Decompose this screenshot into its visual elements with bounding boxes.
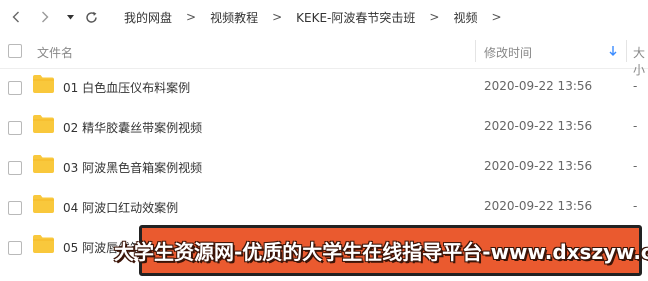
- chevron-left-icon[interactable]: [9, 7, 23, 27]
- row-checkbox[interactable]: [8, 201, 22, 215]
- chevron-right-icon[interactable]: [38, 7, 52, 27]
- breadcrumb-item-videos[interactable]: 视频: [451, 9, 479, 26]
- breadcrumb-separator: >: [272, 10, 283, 24]
- toolbar: 我的网盘 > 视频教程 > KEKE-阿波春节突击班 > 视频 >: [0, 0, 648, 34]
- folder-icon: [33, 235, 54, 253]
- watermark-banner: 大学生资源网-优质的大学生在线指导平台-www.dxszyw.cn: [114, 225, 648, 276]
- breadcrumb-item-video-tutorials[interactable]: 视频教程: [208, 9, 260, 26]
- sort-down-arrow-icon[interactable]: [609, 45, 617, 59]
- caret-down-icon[interactable]: [65, 7, 75, 27]
- table-row[interactable]: 01 白色血压仪布料案例 2020-09-22 13:56 -: [0, 67, 648, 107]
- column-header-modified-time[interactable]: 修改时间: [484, 44, 532, 61]
- folder-icon: [33, 75, 54, 93]
- breadcrumb-separator: >: [429, 10, 440, 24]
- file-list-header: 文件名 修改时间 大小: [0, 34, 648, 77]
- row-checkbox[interactable]: [8, 241, 22, 255]
- table-row[interactable]: 04 阿波口红动效案例 2020-09-22 13:56 -: [0, 187, 648, 227]
- table-row[interactable]: 03 阿波黑色音箱案例视频 2020-09-22 13:56 -: [0, 147, 648, 187]
- folder-icon: [33, 195, 54, 213]
- file-size: -: [633, 159, 638, 173]
- row-checkbox[interactable]: [8, 121, 22, 135]
- folder-icon: [33, 115, 54, 133]
- breadcrumb-separator: >: [186, 10, 197, 24]
- file-name[interactable]: 03 阿波黑色音箱案例视频: [63, 159, 202, 176]
- refresh-icon[interactable]: [83, 7, 99, 27]
- breadcrumb: 我的网盘 > 视频教程 > KEKE-阿波春节突击班 > 视频 >: [122, 0, 514, 34]
- file-modified-time: 2020-09-22 13:56: [484, 119, 593, 133]
- file-modified-time: 2020-09-22 13:56: [484, 199, 593, 213]
- file-name[interactable]: 01 白色血压仪布料案例: [63, 79, 190, 96]
- file-size: -: [633, 199, 638, 213]
- file-modified-time: 2020-09-22 13:56: [484, 159, 593, 173]
- file-browser-window: 我的网盘 > 视频教程 > KEKE-阿波春节突击班 > 视频 > 文件名 修改…: [0, 0, 648, 281]
- row-checkbox[interactable]: [8, 161, 22, 175]
- select-all-checkbox[interactable]: [8, 44, 22, 58]
- column-divider[interactable]: [475, 40, 476, 62]
- file-size: -: [633, 119, 638, 133]
- folder-icon: [33, 155, 54, 173]
- row-checkbox[interactable]: [8, 81, 22, 95]
- file-size: -: [633, 79, 638, 93]
- breadcrumb-separator: >: [491, 10, 502, 24]
- breadcrumb-item-my-drive[interactable]: 我的网盘: [122, 9, 174, 26]
- table-row[interactable]: 02 精华胶囊丝带案例视频 2020-09-22 13:56 -: [0, 107, 648, 147]
- file-name[interactable]: 04 阿波口红动效案例: [63, 199, 178, 216]
- file-name[interactable]: 02 精华胶囊丝带案例视频: [63, 119, 202, 136]
- file-modified-time: 2020-09-22 13:56: [484, 79, 593, 93]
- watermark-text: 大学生资源网-优质的大学生在线指导平台-www.dxszyw.cn: [113, 240, 648, 264]
- column-header-name[interactable]: 文件名: [37, 44, 73, 61]
- breadcrumb-item-course[interactable]: KEKE-阿波春节突击班: [294, 9, 417, 26]
- column-divider[interactable]: [626, 40, 627, 62]
